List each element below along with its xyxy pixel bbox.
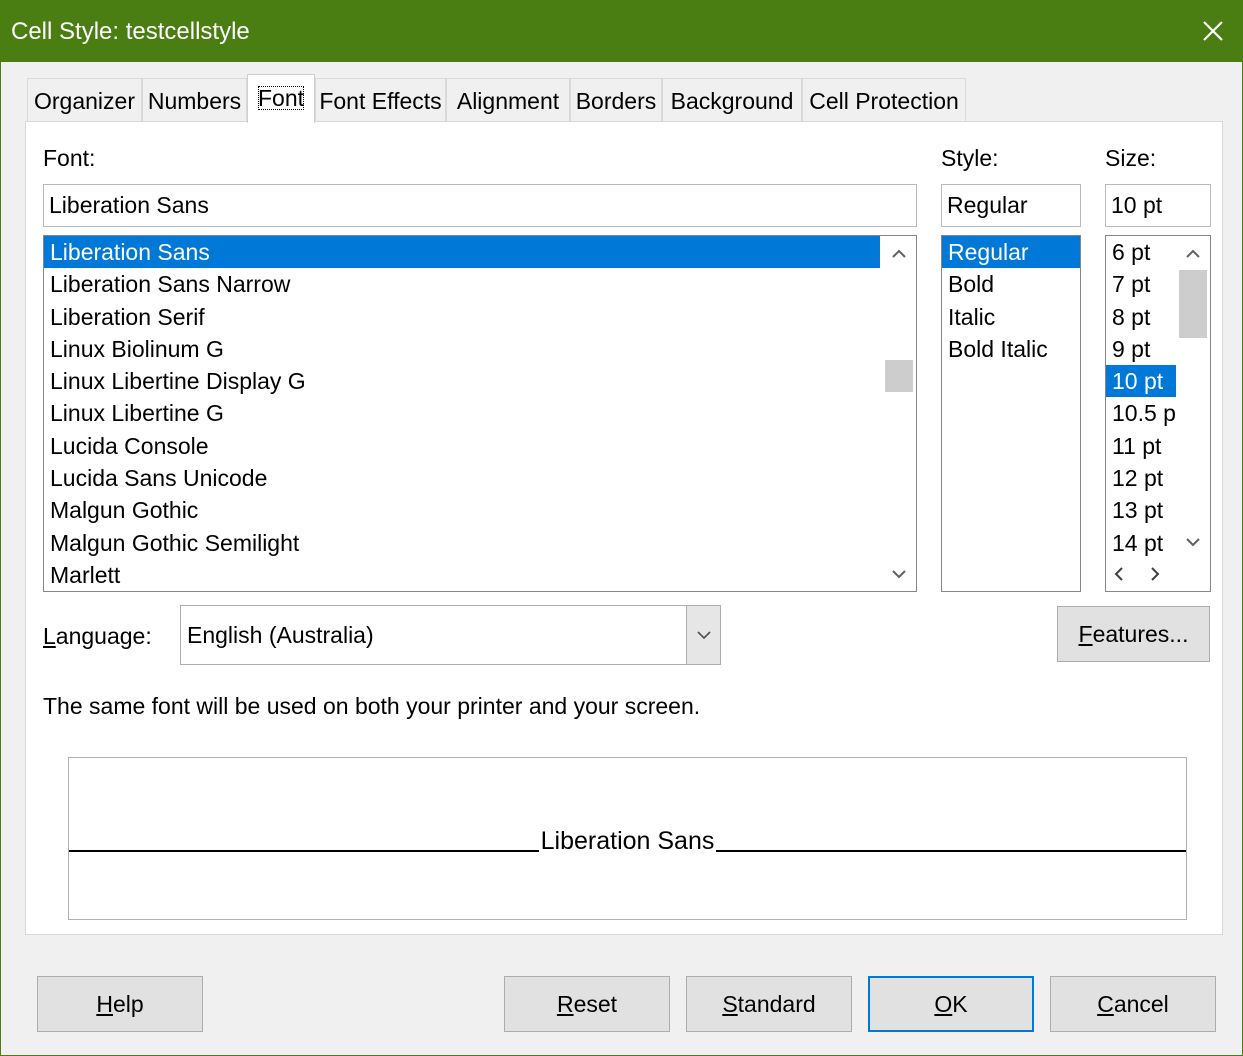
tab-numbers[interactable]: Numbers	[142, 78, 247, 122]
font-list[interactable]: Liberation Sans Liberation Sans Narrow L…	[43, 235, 917, 592]
style-input[interactable]: Regular	[941, 184, 1081, 227]
scroll-left-icon[interactable]	[1114, 567, 1124, 586]
font-list-item[interactable]: Linux Libertine G	[44, 397, 880, 429]
size-list-hscrollbar[interactable]	[1106, 559, 1210, 591]
style-list-item[interactable]: Bold	[942, 268, 1080, 300]
font-info-text: The same font will be used on both your …	[43, 693, 701, 719]
scroll-down-icon[interactable]	[882, 559, 916, 589]
font-list-item[interactable]: Malgun Gothic Semilight	[44, 527, 880, 559]
language-label-text: anguage:	[55, 623, 152, 649]
help-button[interactable]: Help	[37, 976, 203, 1032]
cancel-button-label: ancel	[1113, 991, 1169, 1017]
features-button[interactable]: Features...	[1057, 606, 1210, 662]
font-label: Font:	[43, 145, 96, 171]
font-list-item[interactable]: Lucida Sans Unicode	[44, 462, 880, 494]
font-list-item[interactable]: Lucida Console	[44, 430, 880, 462]
close-button[interactable]	[1182, 0, 1243, 62]
font-preview: Liberation Sans	[68, 757, 1187, 920]
size-list-item[interactable]: 10.5 pt	[1106, 397, 1176, 429]
size-list-item[interactable]: 6 pt	[1106, 236, 1176, 268]
size-list-item[interactable]: 9 pt	[1106, 333, 1176, 365]
language-label: Language:	[43, 623, 152, 649]
style-list-item[interactable]: Regular	[942, 236, 1080, 269]
size-list-item[interactable]: 14 pt	[1106, 527, 1176, 559]
standard-button-label: tandard	[737, 991, 816, 1017]
font-list-scrollbar[interactable]	[882, 236, 916, 591]
reset-button[interactable]: Reset	[504, 976, 670, 1032]
tab-font[interactable]: Font	[247, 74, 315, 123]
style-list-item[interactable]: Bold Italic	[942, 333, 1080, 365]
tab-cell-protection[interactable]: Cell Protection	[802, 78, 966, 122]
scroll-thumb[interactable]	[885, 360, 913, 392]
size-list-item[interactable]: 11 pt	[1106, 430, 1176, 462]
standard-button[interactable]: Standard	[686, 976, 852, 1032]
scroll-down-icon[interactable]	[1176, 527, 1210, 557]
scroll-up-icon[interactable]	[1176, 238, 1210, 268]
language-value: English (Australia)	[187, 622, 374, 648]
language-select[interactable]: English (Australia)	[180, 605, 721, 665]
scroll-right-icon[interactable]	[1150, 567, 1160, 586]
font-list-item[interactable]: Liberation Sans Narrow	[44, 268, 880, 300]
size-list-item[interactable]: 13 pt	[1106, 494, 1176, 526]
preview-sample-text: Liberation Sans	[538, 827, 717, 855]
size-list-item[interactable]: 12 pt	[1106, 462, 1176, 494]
close-icon	[1203, 21, 1223, 41]
style-list-item[interactable]: Italic	[942, 301, 1080, 333]
font-name-input[interactable]: Liberation Sans	[43, 184, 917, 227]
dialog-title: Cell Style: testcellstyle	[11, 18, 250, 45]
tab-borders[interactable]: Borders	[570, 78, 662, 122]
ok-button[interactable]: OK	[868, 976, 1034, 1032]
reset-button-label: eset	[573, 991, 618, 1017]
size-list-item[interactable]: 7 pt	[1106, 268, 1176, 300]
size-label: Size:	[1105, 145, 1157, 171]
tab-alignment[interactable]: Alignment	[446, 78, 570, 122]
size-list-item[interactable]: 8 pt	[1106, 301, 1176, 333]
size-input[interactable]: 10 pt	[1105, 184, 1211, 227]
font-list-item[interactable]: Malgun Gothic	[44, 494, 880, 526]
chevron-down-icon[interactable]	[686, 606, 720, 664]
features-button-label: eatures...	[1092, 621, 1189, 647]
tab-organizer[interactable]: Organizer	[27, 78, 142, 122]
size-list-item[interactable]: 10 pt	[1106, 365, 1176, 398]
tab-font-effects[interactable]: Font Effects	[315, 78, 446, 122]
style-list[interactable]: Regular Bold Italic Bold Italic	[941, 235, 1081, 592]
size-list[interactable]: 6 pt 7 pt 8 pt 9 pt 10 pt 10.5 pt 11 pt …	[1105, 235, 1211, 592]
style-label: Style:	[941, 145, 999, 171]
font-list-item[interactable]: Marlett	[44, 559, 880, 591]
font-list-item[interactable]: Linux Biolinum G	[44, 333, 880, 365]
font-list-item[interactable]: Linux Libertine Display G	[44, 365, 880, 397]
tab-background[interactable]: Background	[662, 78, 802, 122]
font-list-item[interactable]: Liberation Serif	[44, 301, 880, 333]
size-list-scrollbar[interactable]	[1176, 236, 1210, 559]
font-list-item[interactable]: Liberation Sans	[44, 236, 880, 269]
cell-style-dialog: Cell Style: testcellstyle Organizer Numb…	[0, 0, 1243, 1056]
title-bar: Cell Style: testcellstyle	[1, 0, 1243, 62]
help-button-label: elp	[112, 991, 144, 1017]
cancel-button[interactable]: Cancel	[1050, 976, 1216, 1032]
font-tab-panel: Font: Liberation Sans Liberation Sans Li…	[25, 121, 1223, 935]
scroll-thumb[interactable]	[1179, 270, 1207, 338]
ok-button-label: K	[952, 991, 968, 1017]
scroll-up-icon[interactable]	[882, 238, 916, 268]
